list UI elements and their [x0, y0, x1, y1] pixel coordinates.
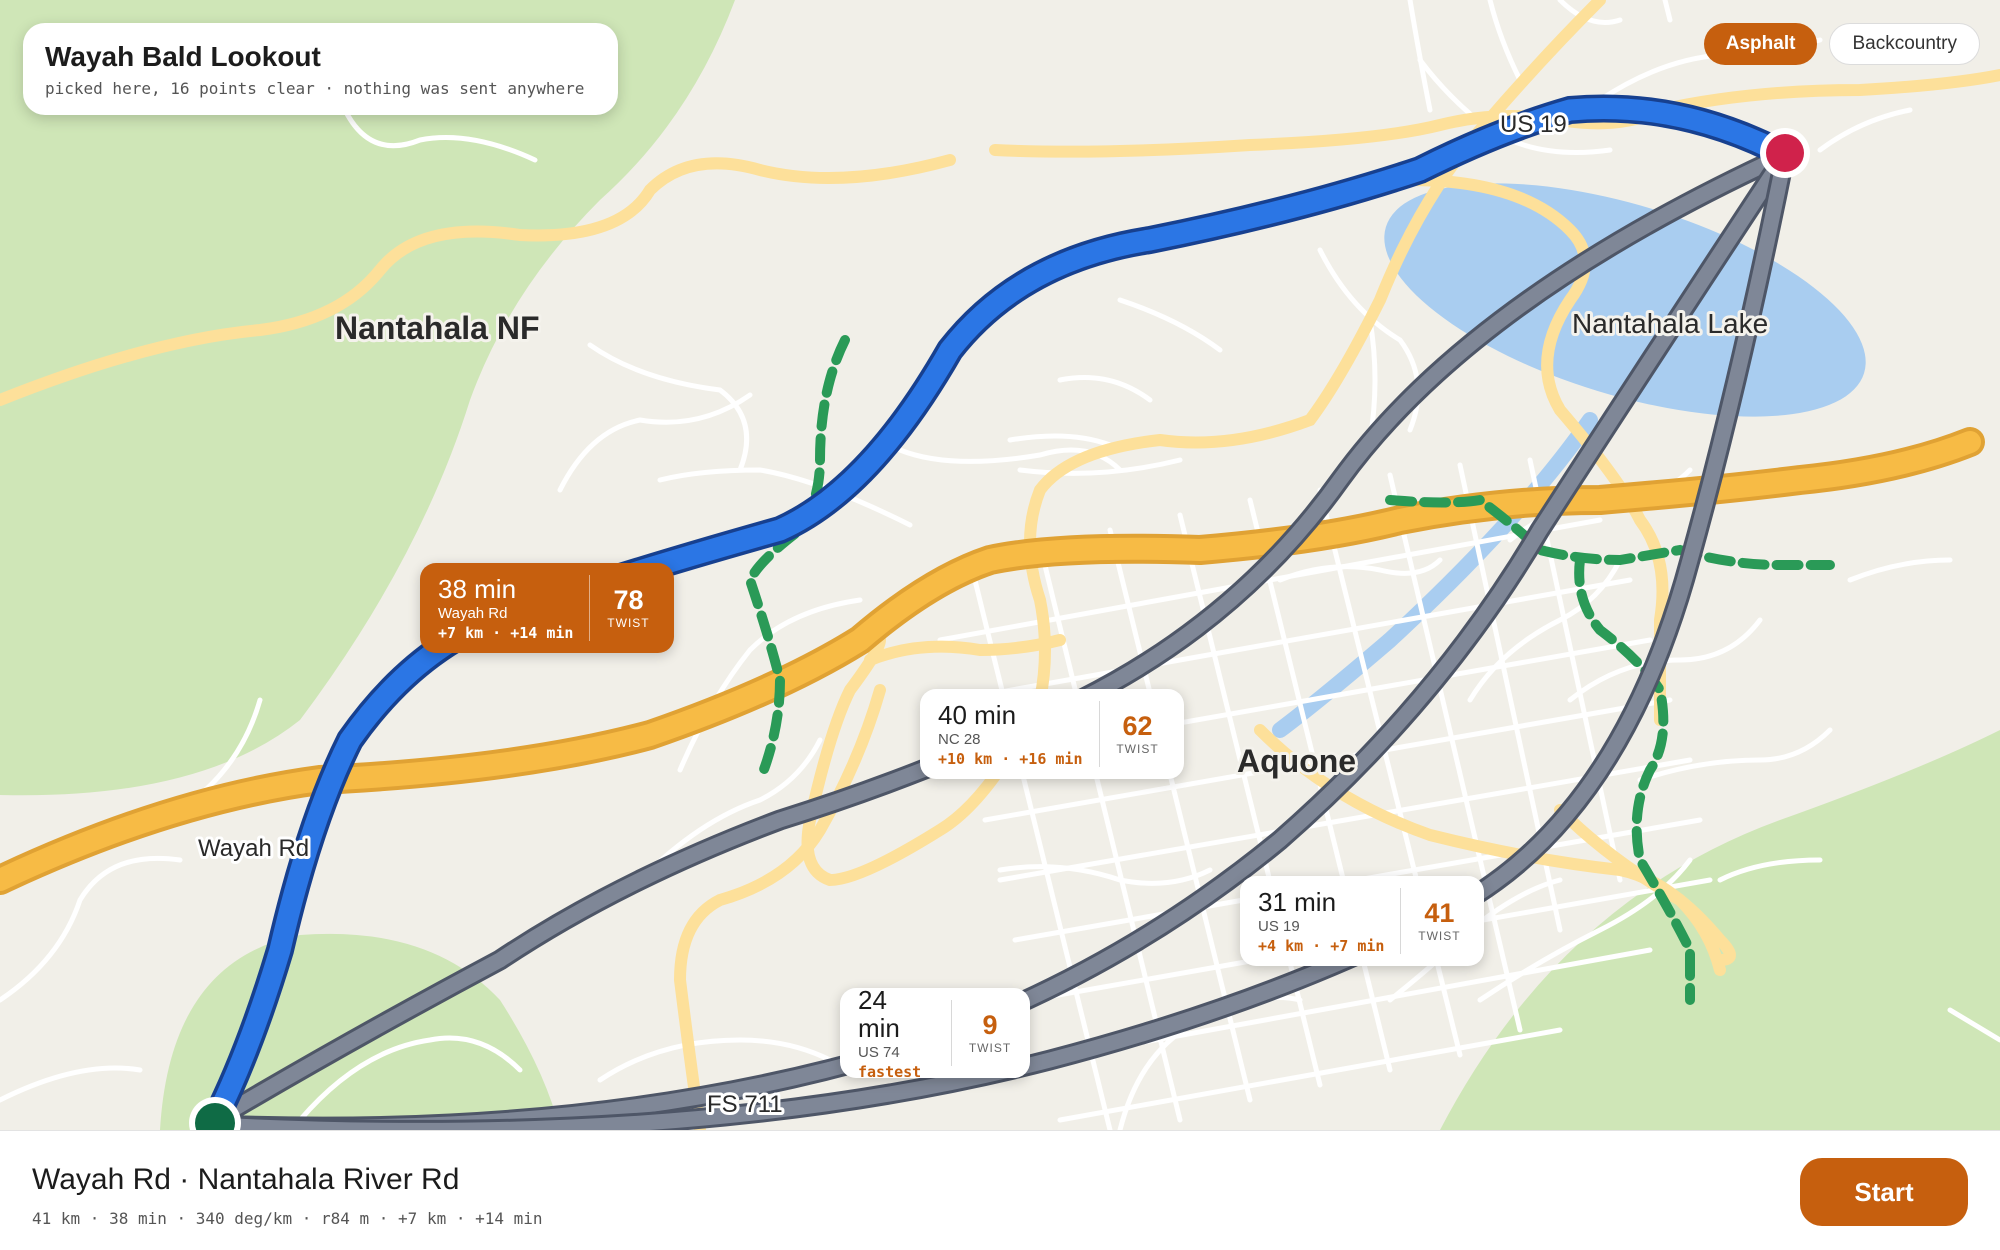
route-name: Wayah Rd · Nantahala River Rd [32, 1163, 460, 1196]
location-subtitle: picked here, 16 points clear · nothing w… [45, 79, 585, 98]
twist-score: 9 [982, 1010, 998, 1040]
map-canvas[interactable]: Nantahala NF Nantahala Lake Aquone US 19… [0, 0, 2000, 1130]
location-card: Wayah Bald Lookout picked here, 16 point… [23, 23, 618, 115]
twist-label: TWIST [1116, 742, 1159, 756]
route-summary-bar: Wayah Rd · Nantahala River Rd 41 km · 38… [0, 1130, 2000, 1250]
route-card-us74[interactable]: 24 min US 74 fastest 9 TWIST [840, 984, 1030, 1081]
route-time: 24 min [858, 984, 900, 1043]
card-divider [951, 1000, 952, 1066]
route-stats: 41 km · 38 min · 340 deg/km · r84 m · +7… [32, 1209, 543, 1228]
road-label-us19: US 19 [1500, 111, 1567, 138]
mode-asphalt-button[interactable]: Asphalt [1703, 23, 1818, 65]
route-road: US 19 [1258, 917, 1300, 935]
start-button[interactable]: Start [1800, 1158, 1968, 1226]
twist-label: TWIST [607, 616, 650, 630]
twist-score: 78 [613, 585, 644, 615]
twist-label: TWIST [1418, 929, 1461, 943]
twist-label: TWIST [968, 1041, 1012, 1055]
forest-label: Nantahala NF [335, 310, 539, 346]
route-delta: +10 km · +16 min [938, 749, 1083, 768]
route-card-wayah[interactable]: 38 min Wayah Rd +7 km · +14 min 78 TWIST [420, 563, 674, 653]
card-divider [589, 575, 591, 641]
card-divider [1400, 888, 1402, 954]
route-delta: fastest [858, 1062, 922, 1081]
route-time: 31 min [1258, 886, 1337, 917]
route-delta: +4 km · +7 min [1258, 936, 1385, 955]
mode-toggle: Asphalt Backcountry [1703, 23, 1980, 65]
twist-score: 41 [1424, 898, 1455, 928]
route-time: 38 min [438, 573, 517, 604]
route-card-nc28[interactable]: 40 min NC 28 +10 km · +16 min 62 TWIST [920, 689, 1184, 779]
card-divider [1098, 701, 1100, 767]
lake-label: Nantahala Lake [1572, 308, 1768, 339]
location-title: Wayah Bald Lookout [45, 41, 321, 72]
route-road: Wayah Rd [438, 604, 508, 622]
route-road: US 74 [858, 1043, 900, 1061]
route-time: 40 min [938, 699, 1017, 730]
route-road: NC 28 [938, 730, 981, 748]
route-delta: +7 km · +14 min [438, 623, 574, 642]
town-label: Aquone [1237, 743, 1356, 779]
destination-pin[interactable] [1760, 128, 1810, 178]
twist-score: 62 [1122, 711, 1153, 741]
mode-backcountry-button[interactable]: Backcountry [1829, 23, 1980, 65]
route-card-us19[interactable]: 31 min US 19 +4 km · +7 min 41 TWIST [1240, 876, 1484, 966]
road-label-wayah: Wayah Rd [198, 835, 309, 862]
road-label-fs711: FS 711 [707, 1091, 783, 1118]
